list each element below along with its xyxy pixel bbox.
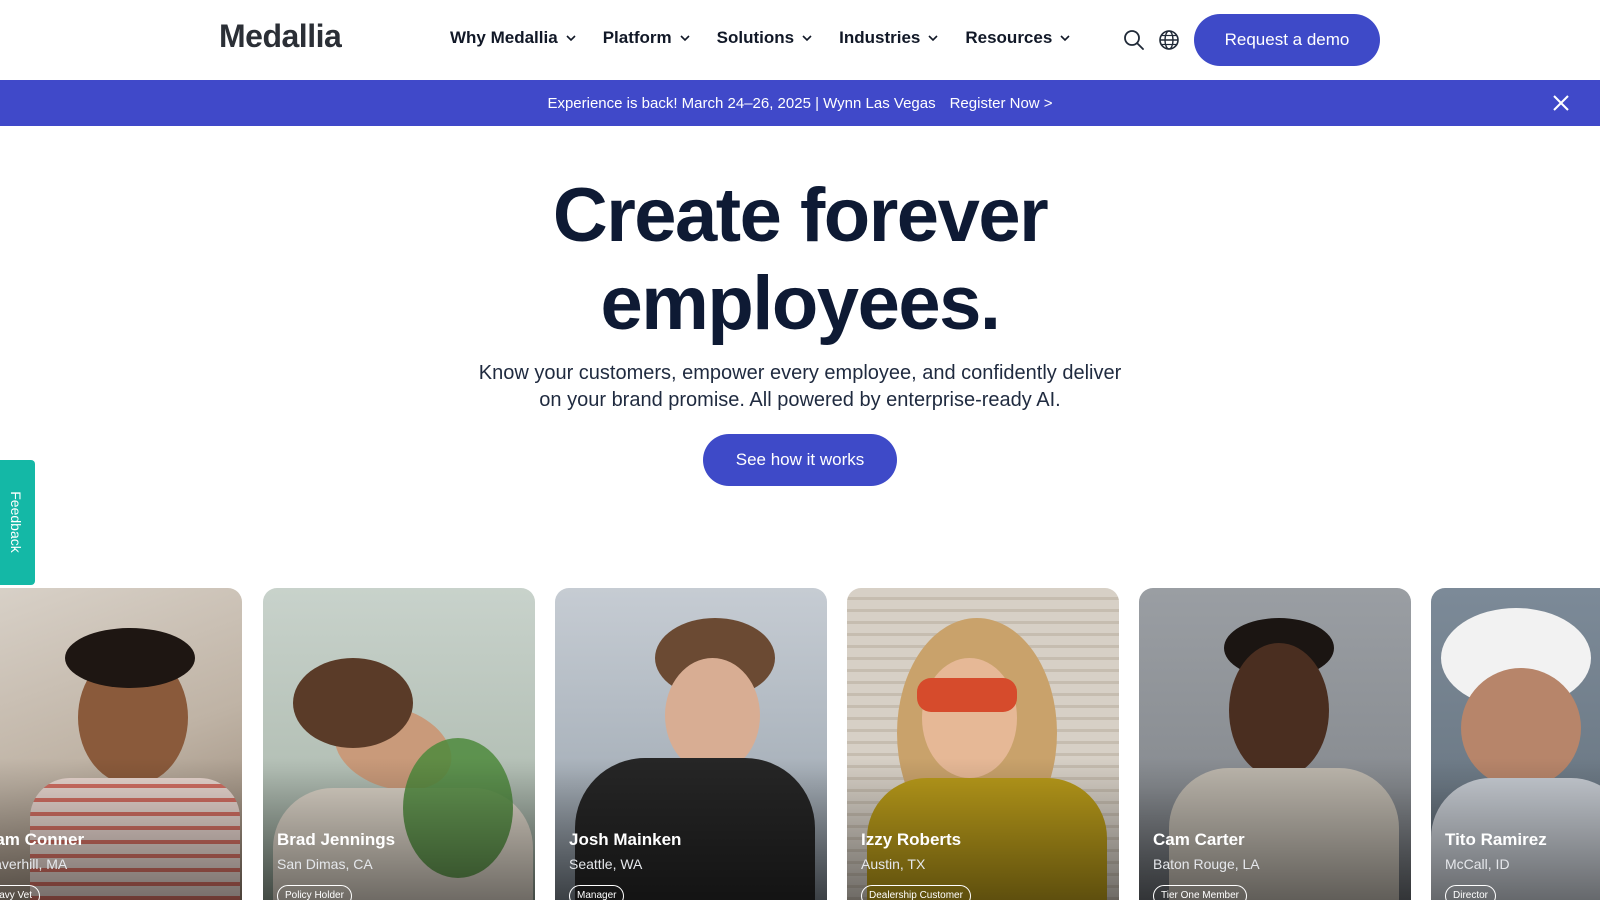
nav-label: Why Medallia [450, 28, 558, 47]
main-nav: Why Medallia Platform Solutions Industri… [450, 28, 1097, 48]
persona-location: Seattle, WA [569, 856, 643, 872]
persona-card[interactable]: Josh Mainken Seattle, WA Manager [555, 588, 827, 900]
site-header: Medallia Why Medallia Platform Solutions… [0, 0, 1600, 80]
persona-tag: Dealership Customer [861, 885, 971, 900]
nav-label: Solutions [716, 28, 795, 47]
nav-label: Resources [965, 28, 1053, 47]
persona-name: Brad Jennings [277, 830, 396, 849]
persona-name: Josh Mainken [569, 830, 682, 849]
persona-carousel: Sam Conner Haverhill, MA Navy Vet Brad J… [0, 588, 1600, 900]
hero-title-line: Create forever [552, 173, 1049, 258]
hero-subtitle: Know your customers, empower every emplo… [460, 360, 1140, 414]
hero-subtitle-line: Know your customers, empower every emplo… [478, 362, 1122, 384]
nav-industries[interactable]: Industries [839, 28, 939, 48]
request-demo-button[interactable]: Request a demo [1194, 14, 1380, 66]
persona-name: Sam Conner [0, 830, 85, 849]
hero-subtitle-line: on your brand promise. All powered by en… [539, 389, 1061, 411]
persona-location: Haverhill, MA [0, 856, 68, 872]
persona-tag: Policy Holder [277, 885, 352, 900]
nav-platform[interactable]: Platform [603, 28, 691, 48]
chevron-down-icon [1059, 32, 1071, 44]
persona-card[interactable]: Brad Jennings San Dimas, CA Policy Holde… [263, 588, 535, 900]
see-how-it-works-button[interactable]: See how it works [703, 434, 897, 486]
photo-overlay [263, 758, 535, 900]
nav-resources[interactable]: Resources [965, 28, 1071, 48]
photo-overlay [1431, 758, 1600, 900]
persona-tag: Director [1445, 885, 1497, 900]
photo-overlay [0, 758, 242, 900]
persona-location: Austin, TX [861, 856, 926, 872]
chevron-down-icon [679, 32, 691, 44]
nav-why-medallia[interactable]: Why Medallia [450, 28, 577, 48]
persona-tag: Tier One Member [1153, 885, 1247, 900]
photo-overlay [847, 758, 1119, 900]
photo-overlay [555, 758, 827, 900]
close-icon[interactable] [1550, 92, 1572, 114]
hero-title: Create forever employees. [300, 172, 1300, 348]
persona-location: McCall, ID [1445, 856, 1510, 872]
persona-name: Izzy Roberts [861, 830, 962, 849]
persona-tag: Navy Vet [0, 885, 41, 900]
chevron-down-icon [927, 32, 939, 44]
persona-card[interactable]: Sam Conner Haverhill, MA Navy Vet [0, 588, 242, 900]
nav-label: Industries [839, 28, 921, 47]
nav-solutions[interactable]: Solutions [717, 28, 813, 48]
banner-text: Experience is back! March 24–26, 2025 | … [547, 94, 936, 112]
feedback-label: Feedback [8, 491, 24, 553]
hero-title-line: employees. [600, 261, 1002, 346]
medallia-logo[interactable]: Medallia [219, 18, 342, 55]
persona-name: Cam Carter [1153, 830, 1245, 849]
persona-card[interactable]: Izzy Roberts Austin, TX Dealership Custo… [847, 588, 1119, 900]
persona-location: San Dimas, CA [277, 856, 373, 872]
nav-label: Platform [602, 28, 672, 47]
globe-icon[interactable] [1157, 28, 1181, 52]
persona-card[interactable]: Cam Carter Baton Rouge, LA Tier One Memb… [1139, 588, 1411, 900]
feedback-tab[interactable]: Feedback [0, 460, 35, 585]
persona-tag: Manager [569, 885, 625, 900]
persona-card[interactable]: Tito Ramirez McCall, ID Director [1431, 588, 1600, 900]
search-icon[interactable] [1122, 28, 1146, 52]
chevron-down-icon [801, 32, 813, 44]
persona-location: Baton Rouge, LA [1153, 856, 1260, 872]
photo-overlay [1139, 758, 1411, 900]
announcement-banner: Experience is back! March 24–26, 2025 | … [0, 80, 1600, 126]
register-now-link[interactable]: Register Now > [950, 95, 1053, 112]
chevron-down-icon [565, 32, 577, 44]
persona-name: Tito Ramirez [1445, 830, 1547, 849]
